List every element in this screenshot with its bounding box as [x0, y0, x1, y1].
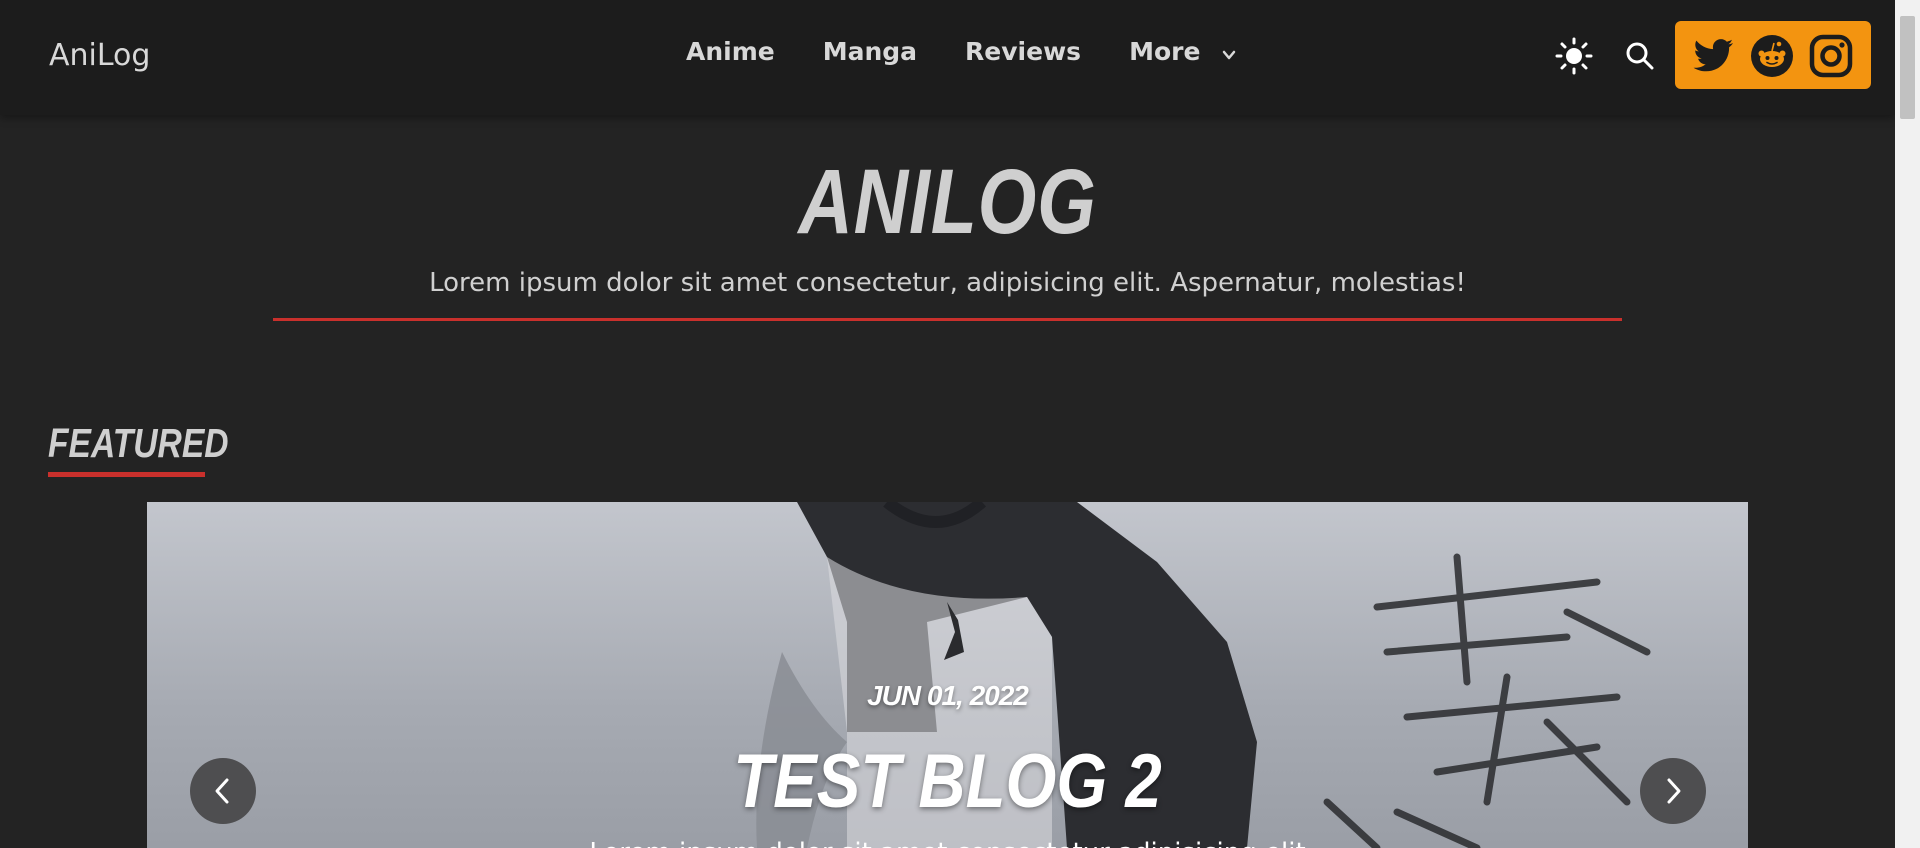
- chevron-down-icon[interactable]: [1220, 46, 1238, 64]
- nav-link-more[interactable]: More: [1129, 37, 1200, 66]
- sun-icon[interactable]: [1554, 36, 1594, 76]
- carousel-next-button[interactable]: [1640, 758, 1706, 824]
- hero-title: ANILOG: [798, 151, 1097, 253]
- nav-links: Anime Manga Reviews More: [686, 37, 1238, 66]
- search-icon[interactable]: [1624, 40, 1656, 72]
- nav-link-reviews[interactable]: Reviews: [965, 37, 1081, 66]
- hero-subtitle: Lorem ipsum dolor sit amet consectetur, …: [429, 268, 1466, 298]
- slide-title[interactable]: TEST BLOG 2: [259, 738, 1636, 825]
- nav-link-anime[interactable]: Anime: [686, 37, 775, 66]
- chevron-left-icon: [215, 778, 229, 804]
- nav-link-manga[interactable]: Manga: [823, 37, 917, 66]
- chevron-right-icon: [1667, 778, 1681, 804]
- hero-divider: [273, 318, 1622, 321]
- reddit-icon[interactable]: [1750, 34, 1794, 78]
- instagram-icon[interactable]: [1809, 34, 1853, 78]
- brand-logo[interactable]: AniLog: [49, 38, 150, 73]
- social-links: [1675, 21, 1871, 89]
- featured-carousel[interactable]: JUN 01, 2022 TEST BLOG 2 Lorem ipsum dol…: [147, 502, 1748, 848]
- scrollbar[interactable]: [1895, 0, 1920, 848]
- carousel-prev-button[interactable]: [190, 758, 256, 824]
- navbar: AniLog Anime Manga Reviews More: [0, 0, 1895, 115]
- twitter-icon[interactable]: [1691, 34, 1735, 78]
- slide-date: JUN 01, 2022: [867, 680, 1029, 711]
- featured-heading: FEATURED: [48, 420, 229, 466]
- scrollbar-thumb[interactable]: [1900, 16, 1915, 119]
- featured-underline: [48, 472, 205, 477]
- slide-excerpt: Lorem ipsum dolor sit amet consectetur a…: [147, 838, 1748, 848]
